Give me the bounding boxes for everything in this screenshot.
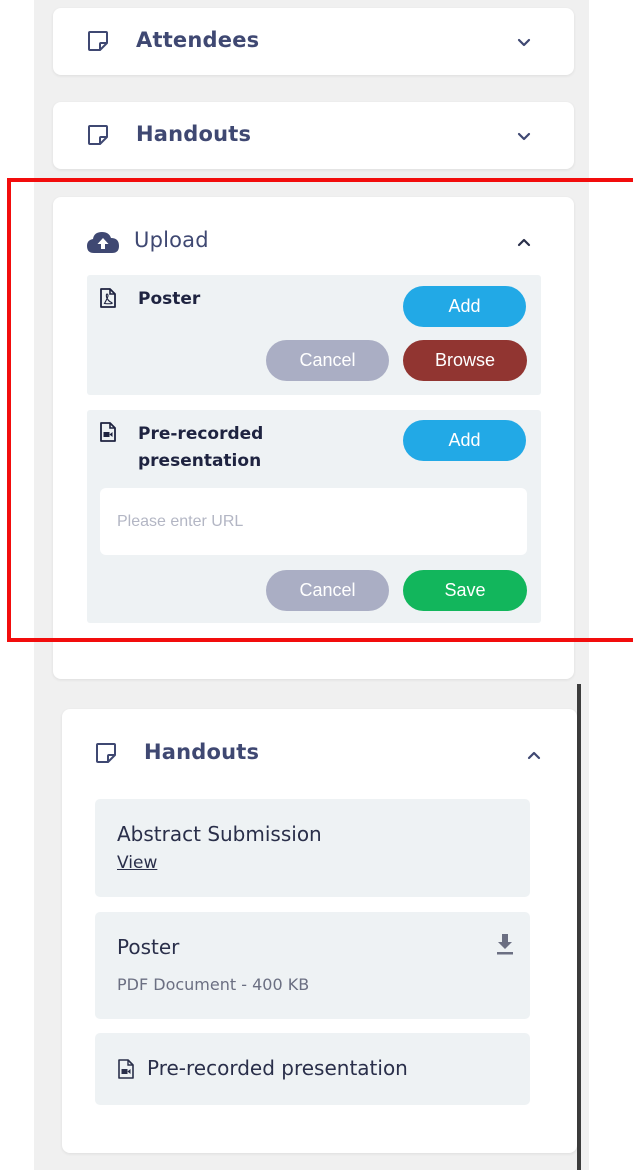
scrollbar-rail[interactable] <box>577 684 581 1170</box>
cloud-upload-icon <box>87 232 119 253</box>
note-icon <box>88 31 108 51</box>
poster-label: Poster <box>138 289 201 309</box>
chevron-down-icon[interactable] <box>513 126 535 148</box>
prerecorded-label-line2: presentation <box>138 451 262 471</box>
video-file-icon <box>100 422 116 442</box>
download-icon[interactable] <box>495 932 515 956</box>
prerecorded-add-button[interactable]: Add <box>403 420 526 461</box>
attendees-accordion: Attendees <box>53 8 574 75</box>
video-file-icon <box>118 1059 134 1079</box>
note-icon <box>96 743 116 763</box>
poster-browse-button[interactable]: Browse <box>403 340 527 381</box>
chevron-down-icon[interactable] <box>513 32 535 54</box>
handouts-title: Handouts <box>144 740 260 764</box>
view-link[interactable]: View <box>117 853 157 873</box>
upload-accordion-header[interactable]: Upload <box>53 205 574 273</box>
attendees-accordion-header[interactable]: Attendees <box>53 8 574 76</box>
handout-item-prerecorded[interactable]: Pre-recorded presentation <box>95 1033 530 1105</box>
handout-item-abstract: Abstract Submission View <box>95 799 530 897</box>
pdf-file-icon <box>100 288 116 308</box>
handout-meta: PDF Document - 400 KB <box>117 975 310 994</box>
handouts-accordion-header[interactable]: Handouts <box>62 719 577 787</box>
attendees-title: Attendees <box>136 28 260 52</box>
prerecorded-save-button[interactable]: Save <box>403 570 527 611</box>
upload-title: Upload <box>134 228 209 252</box>
poster-cancel-button[interactable]: Cancel <box>266 340 389 381</box>
chevron-up-icon[interactable] <box>523 744 545 766</box>
handout-title: Pre-recorded presentation <box>147 1056 408 1080</box>
note-icon <box>88 125 108 145</box>
handouts-collapsed-header[interactable]: Handouts <box>53 102 574 170</box>
prerecorded-cancel-button[interactable]: Cancel <box>266 570 389 611</box>
poster-add-button[interactable]: Add <box>403 286 526 327</box>
handout-title: Poster <box>117 935 180 959</box>
handout-item-poster: Poster PDF Document - 400 KB <box>95 912 530 1019</box>
chevron-up-icon[interactable] <box>513 231 535 253</box>
handout-title: Abstract Submission <box>117 822 322 846</box>
prerecorded-label-line1: Pre-recorded <box>138 424 264 444</box>
url-input[interactable] <box>100 488 527 555</box>
handouts-collapsed-accordion: Handouts <box>53 102 574 169</box>
handouts-collapsed-title: Handouts <box>136 122 252 146</box>
